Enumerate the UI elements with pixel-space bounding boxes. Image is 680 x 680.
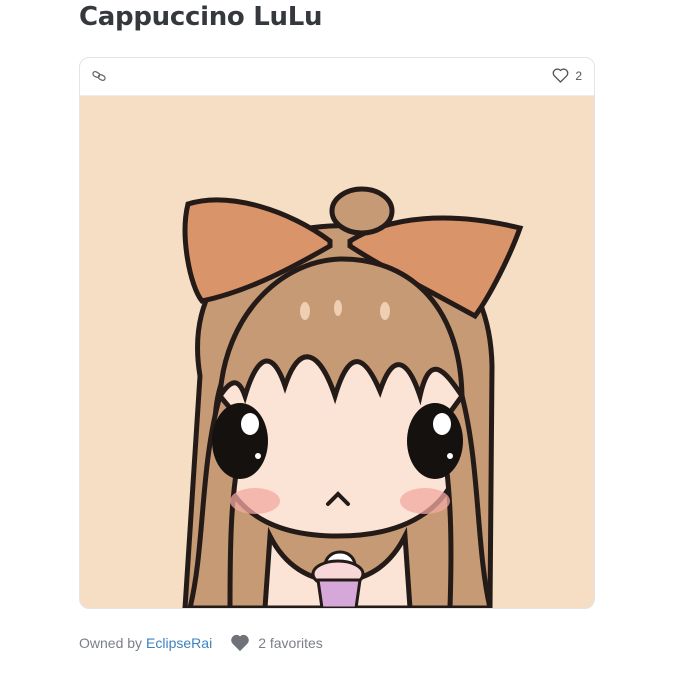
favorite-count: 2	[575, 68, 582, 83]
ownership-footer: Owned by EclipseRai 2 favorites	[79, 634, 323, 652]
heart-filled-icon	[231, 634, 249, 652]
owner-link[interactable]: EclipseRai	[146, 635, 212, 651]
chibi-girl-illustration	[80, 96, 594, 608]
nft-card: 2	[79, 57, 595, 609]
page-title: Cappuccino LuLu	[79, 2, 323, 32]
owned-by-label: Owned by	[79, 635, 143, 651]
favorite-button[interactable]: 2	[552, 68, 582, 83]
link-icon[interactable]	[92, 69, 106, 83]
nft-artwork	[80, 96, 594, 608]
favorites-count-text: 2 favorites	[258, 635, 323, 651]
card-header: 2	[80, 58, 594, 96]
heart-outline-icon	[552, 68, 569, 83]
